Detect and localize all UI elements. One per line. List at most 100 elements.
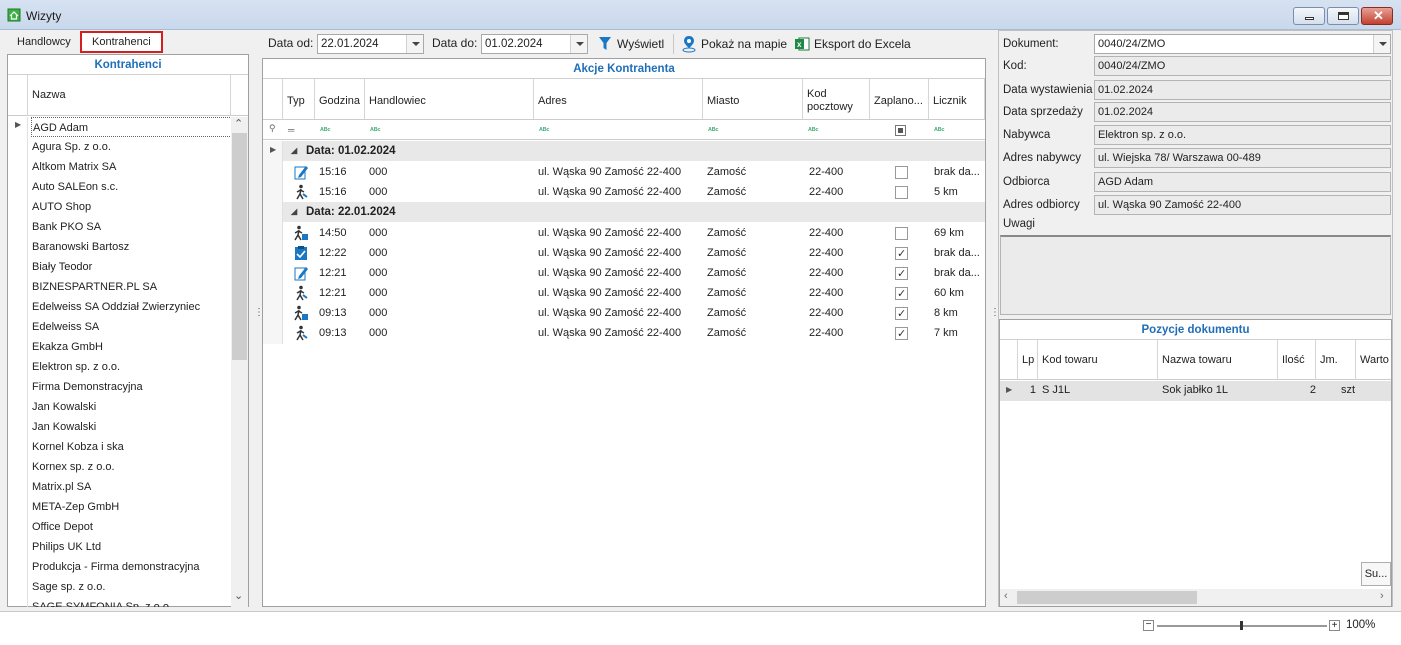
column-header[interactable]: Nazwa towaru (1158, 340, 1278, 379)
list-item[interactable]: Kornex sp. z o.o. (31, 457, 236, 477)
list-item[interactable]: Jan Kowalski (31, 417, 236, 437)
filter-cell[interactable]: ═ (283, 120, 315, 140)
list-item[interactable]: Jan Kowalski (31, 397, 236, 417)
collapse-icon[interactable]: ◢ (291, 141, 297, 161)
right-splitter-handle[interactable]: ⋮ (990, 308, 1000, 324)
table-row[interactable]: 15:16 000 ul. Wąska 90 Zamość 22-400 Zamość… (283, 162, 985, 182)
zoom-out-button[interactable]: − (1143, 620, 1154, 631)
date-from-value: 22.01.2024 (321, 38, 379, 50)
column-header[interactable]: Typ (283, 79, 315, 119)
window-title: Wizyty (26, 9, 62, 23)
tab-kontrahenci[interactable]: Kontrahenci (80, 31, 163, 53)
scroll-up-icon[interactable]: ⌃ (234, 117, 243, 130)
zoom-in-button[interactable]: + (1329, 620, 1340, 631)
planned-checkbox[interactable] (895, 304, 908, 324)
list-item[interactable]: Agura Sp. z o.o. (31, 137, 236, 157)
date-from-dropdown-icon[interactable] (406, 35, 423, 53)
planned-checkbox[interactable] (895, 244, 908, 264)
field-label: Nabywca (1003, 129, 1051, 141)
left-splitter-handle[interactable]: ⋮ (254, 308, 264, 324)
date-from-field[interactable]: 22.01.2024 (317, 34, 424, 54)
group-row[interactable]: ◢ Data: 01.02.2024 (283, 141, 985, 161)
positions-row[interactable]: ▶ 1 S J1L Sok jabłko 1L 2 szt (1000, 381, 1391, 401)
table-row[interactable]: 12:21 000 ul. Wąska 90 Zamość 22-400 Zamość… (283, 263, 985, 284)
table-row[interactable]: 12:22 000 ul. Wąska 90 Zamość 22-400 Zamość… (283, 243, 985, 264)
column-header[interactable]: Handlowiec (365, 79, 534, 119)
planned-checkbox[interactable] (895, 166, 908, 179)
planned-checkbox[interactable] (895, 264, 908, 284)
sum-button[interactable]: Su... (1361, 562, 1391, 586)
table-row[interactable]: 14:50 000 ul. Wąska 90 Zamość 22-400 Zamość… (283, 223, 985, 243)
list-item[interactable]: Altkom Matrix SA (31, 157, 236, 177)
planned-checkbox[interactable] (895, 324, 908, 344)
group-label: Data: 01.02.2024 (306, 145, 396, 157)
text-filter-icon[interactable]: ᴬᴮᶜ (315, 120, 365, 140)
list-item[interactable]: AGD Adam (31, 117, 236, 137)
list-item[interactable]: Sage sp. z o.o. (31, 577, 236, 597)
text-filter-icon[interactable]: ᴬᴮᶜ (929, 120, 985, 140)
group-row[interactable]: ◢ Data: 22.01.2024 (283, 202, 985, 222)
text-filter-icon[interactable]: ᴬᴮᶜ (534, 120, 703, 140)
list-item[interactable]: Biały Teodor (31, 257, 236, 277)
list-item[interactable]: BIZNESPARTNER.PL SA (31, 277, 236, 297)
maximize-button[interactable] (1327, 7, 1359, 25)
list-item[interactable]: Produkcja - Firma demonstracyjna (31, 557, 236, 577)
column-header[interactable]: Lp (1018, 340, 1038, 379)
list-item[interactable]: Edelweiss SA (31, 317, 236, 337)
list-item[interactable]: Firma Demonstracyjna (31, 377, 236, 397)
column-header[interactable]: Warto (1356, 340, 1391, 379)
minimize-button[interactable] (1293, 7, 1325, 25)
column-header[interactable]: Jm. (1316, 340, 1356, 379)
notes-field[interactable] (1000, 235, 1391, 315)
dropdown-icon[interactable] (1373, 35, 1390, 53)
text-filter-icon[interactable]: ᴬᴮᶜ (703, 120, 803, 140)
column-header[interactable]: Adres (534, 79, 703, 119)
column-header[interactable]: Miasto (703, 79, 803, 119)
list-item[interactable]: Ekakza GmbH (31, 337, 236, 357)
planned-checkbox[interactable] (895, 186, 908, 199)
planned-checkbox[interactable] (895, 284, 908, 304)
list-item[interactable]: Edelweiss SA Oddział Zwierzyniec (31, 297, 236, 317)
column-header-nazwa[interactable]: Nazwa (32, 89, 66, 101)
table-row[interactable]: 09:13 000 ul. Wąska 90 Zamość 22-400 Zamość… (283, 303, 985, 324)
table-row[interactable]: 12:21 000 ul. Wąska 90 Zamość 22-400 Zamość… (283, 283, 985, 304)
column-header[interactable]: Kod pocztowy (803, 79, 870, 119)
list-item[interactable]: Bank PKO SA (31, 217, 236, 237)
planned-checkbox[interactable] (895, 227, 908, 240)
list-item[interactable]: AUTO Shop (31, 197, 236, 217)
column-header[interactable]: Kod towaru (1038, 340, 1158, 379)
filter-cell[interactable] (870, 120, 929, 140)
tab-handlowcy[interactable]: Handlowcy (7, 31, 81, 53)
list-item[interactable]: Auto SALEon s.c. (31, 177, 236, 197)
text-filter-icon[interactable]: ᴬᴮᶜ (803, 120, 870, 140)
table-row[interactable]: 09:13 000 ul. Wąska 90 Zamość 22-400 Zamość… (283, 323, 985, 344)
list-item[interactable]: META-Zep GmbH (31, 497, 236, 517)
zoom-slider-thumb[interactable] (1240, 621, 1243, 630)
hscrollbar-thumb[interactable] (1017, 591, 1197, 604)
scroll-right-icon[interactable]: › (1380, 590, 1384, 602)
scrollbar-thumb[interactable] (232, 133, 247, 360)
contractors-scrollbar[interactable]: ⌃ ⌄ (231, 117, 248, 607)
list-item[interactable]: Philips UK Ltd (31, 537, 236, 557)
list-item[interactable]: Baranowski Bartosz (31, 237, 236, 257)
scroll-down-icon[interactable]: ⌄ (234, 589, 243, 602)
text-filter-icon[interactable]: ᴬᴮᶜ (365, 120, 534, 140)
list-item[interactable]: Office Depot (31, 517, 236, 537)
column-header[interactable]: Zaplano... (870, 79, 929, 119)
filter-checkbox[interactable] (895, 124, 906, 136)
close-button[interactable]: ✕ (1361, 7, 1393, 25)
list-item[interactable]: Elektron sp. z o.o. (31, 357, 236, 377)
list-item[interactable]: SAGE SYMFONIA Sp. z o.o. (31, 597, 236, 607)
date-to-field[interactable]: 01.02.2024 (481, 34, 588, 54)
field-value[interactable]: 0040/24/ZMO (1094, 34, 1391, 54)
scroll-left-icon[interactable]: ‹ (1004, 590, 1008, 602)
column-header[interactable]: Ilość (1278, 340, 1316, 379)
column-header[interactable]: Licznik (929, 79, 985, 119)
list-item[interactable]: Matrix.pl SA (31, 477, 236, 497)
column-header[interactable]: Godzina (315, 79, 365, 119)
date-to-dropdown-icon[interactable] (570, 35, 587, 53)
list-item[interactable]: Kornel Kobza i ska (31, 437, 236, 457)
collapse-icon[interactable]: ◢ (291, 202, 297, 222)
positions-hscrollbar[interactable]: ‹ › (1000, 589, 1391, 606)
table-row[interactable]: 15:16 000 ul. Wąska 90 Zamość 22-400 Zamość… (283, 182, 985, 202)
